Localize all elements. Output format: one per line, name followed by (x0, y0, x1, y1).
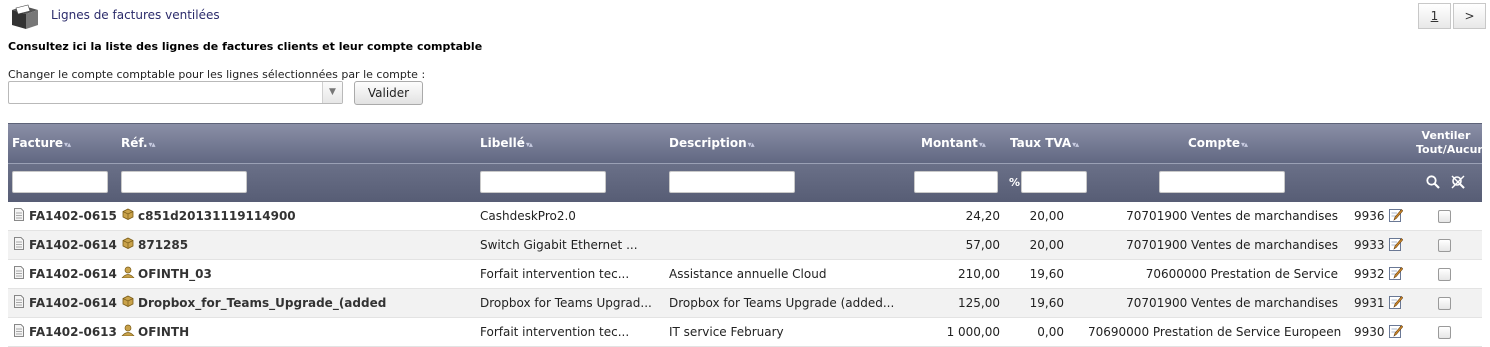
invoice-ref-link[interactable]: FA1402-0614 (29, 296, 117, 310)
product-ref-link[interactable]: 871285 (138, 238, 188, 252)
validate-button[interactable]: Valider (354, 81, 423, 105)
filter-ref-input[interactable] (121, 171, 247, 193)
product-ref-link[interactable]: Dropbox_for_Teams_Upgrade_(added (138, 296, 386, 310)
row-checkbox[interactable] (1438, 210, 1451, 223)
edit-icon[interactable] (1389, 295, 1403, 309)
label-cell: CashdeskPro2.0 (480, 209, 576, 223)
product-ref-link[interactable]: c851d20131119114900 (138, 209, 296, 223)
account-cell: 70701900 Ventes de marchandises (1126, 296, 1338, 310)
line-id-cell: 9936 (1354, 209, 1385, 223)
col-header-facture[interactable]: Facture▾▴ (12, 136, 71, 150)
filter-libelle-input[interactable] (480, 171, 606, 193)
col-header-compte[interactable]: Compte▾▴ (1188, 136, 1248, 150)
clear-filter-icon[interactable] (1450, 174, 1466, 190)
sort-icon[interactable]: ▾▴ (748, 140, 755, 149)
table-row: FA1402-0615 c851d20131119114900 CashdeskPr… (8, 202, 1482, 231)
filter-taux-tva-input[interactable] (1021, 171, 1087, 193)
next-page-button[interactable]: > (1453, 3, 1486, 29)
table-body: FA1402-0615 c851d20131119114900 CashdeskPr… (8, 202, 1482, 347)
vat-rate-cell: 19,60 (1029, 267, 1064, 281)
table-row: FA1402-0613 OFINTH Forfait intervention te… (8, 318, 1482, 347)
filter-facture-input[interactable] (12, 171, 108, 193)
table-row: FA1402-0614 OFINTH_03 Forfait intervention… (8, 260, 1482, 289)
invoice-ref-link[interactable]: FA1402-0615 (29, 209, 117, 223)
account-cell: 70701900 Ventes de marchandises (1126, 238, 1338, 252)
product-icon (122, 208, 134, 220)
label-cell: Switch Gigabit Ethernet ... (480, 238, 638, 252)
col-header-montant[interactable]: Montant▾▴ (921, 136, 986, 150)
account-cell: 70701900 Ventes de marchandises (1126, 209, 1338, 223)
search-icon[interactable] (1425, 174, 1441, 190)
col-header-taux-tva[interactable]: Taux TVA▾▴ (1010, 136, 1079, 150)
invoice-ref-link[interactable]: FA1402-0614 (29, 267, 117, 281)
product-ref-link[interactable]: OFINTH_03 (138, 267, 212, 281)
change-account-label: Changer le compte comptable pour les lig… (8, 68, 426, 81)
product-icon (122, 295, 134, 307)
amount-cell: 210,00 (958, 267, 1000, 281)
sort-icon[interactable]: ▾▴ (526, 140, 533, 149)
invoice-icon (14, 295, 24, 308)
line-id-cell: 9932 (1354, 267, 1385, 281)
sort-icon[interactable]: ▾▴ (1072, 140, 1079, 149)
pagination: 1 > (1418, 3, 1486, 29)
sort-icon[interactable]: ▾▴ (979, 140, 986, 149)
edit-icon[interactable] (1389, 266, 1403, 280)
edit-icon[interactable] (1389, 237, 1403, 251)
vat-rate-cell: 20,00 (1029, 209, 1064, 223)
description-cell: Dropbox for Teams Upgrade (added... (669, 296, 895, 310)
page-1-link[interactable]: 1 (1418, 3, 1451, 29)
intro-text: Consultez ici la liste des lignes de fac… (8, 40, 483, 53)
invoice-lines-table: Facture▾▴ Réf.▾▴ Libellé▾▴ Description▾▴… (8, 123, 1485, 347)
vat-rate-cell: 19,60 (1029, 296, 1064, 310)
description-cell: Assistance annuelle Cloud (669, 267, 827, 281)
account-cell: 70600000 Prestation de Service (1145, 267, 1338, 281)
row-checkbox[interactable] (1438, 326, 1451, 339)
service-icon (121, 324, 135, 336)
row-checkbox[interactable] (1438, 297, 1451, 310)
amount-cell: 125,00 (958, 296, 1000, 310)
line-id-cell: 9931 (1354, 296, 1385, 310)
sort-icon[interactable]: ▾▴ (64, 140, 71, 149)
amount-cell: 57,00 (965, 238, 1000, 252)
percent-label: % (1009, 176, 1021, 189)
col-header-ref[interactable]: Réf.▾▴ (121, 136, 156, 150)
account-select[interactable]: ▼ (8, 81, 343, 104)
sort-icon[interactable]: ▾▴ (149, 140, 156, 149)
col-header-description[interactable]: Description▾▴ (669, 136, 755, 150)
invoice-folder-icon (12, 4, 38, 29)
filter-compte-input[interactable] (1159, 171, 1285, 193)
amount-cell: 24,20 (965, 209, 1000, 223)
row-checkbox[interactable] (1438, 239, 1451, 252)
edit-icon[interactable] (1389, 324, 1403, 338)
line-id-cell: 9933 (1354, 238, 1385, 252)
col-header-libelle[interactable]: Libellé▾▴ (480, 136, 533, 150)
table-row: FA1402-0614 Dropbox_for_Teams_Upgrade_(ad… (8, 289, 1482, 318)
row-checkbox[interactable] (1438, 268, 1451, 281)
filter-row: % (8, 163, 1482, 202)
col-header-ventiler: Ventiler Tout/Aucun (1416, 129, 1485, 157)
dropdown-arrow-icon[interactable]: ▼ (322, 82, 342, 103)
sort-icon[interactable]: ▾▴ (1241, 140, 1248, 149)
filter-description-input[interactable] (669, 171, 795, 193)
invoice-icon (14, 266, 24, 279)
select-all-none-label[interactable]: Tout/Aucun (1416, 143, 1485, 157)
ventiler-label: Ventiler (1421, 129, 1471, 142)
table-row: FA1402-0614 871285 Switch Gigabit Ethernet… (8, 231, 1482, 260)
page-title: Lignes de factures ventilées (51, 8, 220, 22)
title-bar: Lignes de factures ventilées 1 > (0, 0, 1490, 34)
invoice-icon (14, 208, 24, 221)
label-cell: Forfait intervention tec... (480, 267, 630, 281)
invoice-icon (14, 324, 24, 337)
invoice-ref-link[interactable]: FA1402-0614 (29, 238, 117, 252)
vat-rate-cell: 20,00 (1029, 238, 1064, 252)
edit-icon[interactable] (1389, 208, 1403, 222)
filter-montant-input[interactable] (914, 171, 998, 193)
label-cell: Dropbox for Teams Upgrad... (480, 296, 652, 310)
table-header: Facture▾▴ Réf.▾▴ Libellé▾▴ Description▾▴… (8, 123, 1485, 163)
product-icon (122, 237, 134, 249)
service-icon (121, 266, 135, 278)
invoice-icon (14, 237, 24, 250)
